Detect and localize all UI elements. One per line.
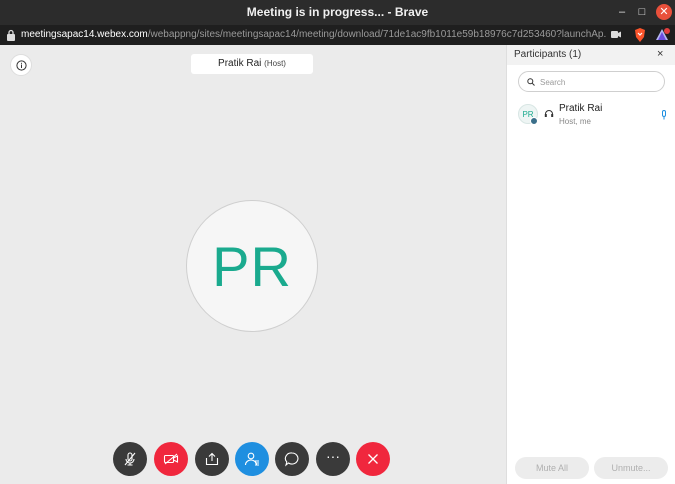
meeting-info-button[interactable]	[10, 54, 32, 76]
microphone-icon[interactable]	[661, 110, 667, 120]
participant-row[interactable]: PR Pratik Rai Host, me	[507, 100, 675, 130]
chat-button[interactable]	[275, 442, 309, 476]
speaker-avatar: PR	[186, 200, 318, 332]
video-toggle-button[interactable]	[154, 442, 188, 476]
participant-avatar: PR	[518, 104, 538, 125]
participants-panel-header: Participants (1) ×	[507, 45, 675, 65]
close-window-button[interactable]: ✕	[656, 4, 672, 20]
speaker-name: Pratik Rai	[218, 58, 262, 69]
presence-indicator	[530, 117, 538, 125]
participants-button[interactable]	[235, 442, 269, 476]
maximize-button[interactable]: □	[634, 4, 650, 20]
participant-search[interactable]	[518, 71, 665, 92]
participant-role: Host, me	[559, 117, 592, 126]
end-call-icon	[368, 454, 378, 464]
chat-icon	[284, 452, 299, 467]
url-domain: meetingsapac14.webex.com	[21, 29, 148, 40]
microphone-muted-icon	[124, 452, 136, 466]
participants-title: Participants (1)	[514, 49, 582, 60]
info-icon	[16, 60, 27, 71]
headset-icon	[544, 110, 554, 117]
more-options-button[interactable]: ···	[316, 442, 350, 476]
search-icon	[527, 78, 535, 86]
speaker-role: (Host)	[264, 59, 286, 68]
window-titlebar: Meeting is in progress... - Brave – □ ✕	[0, 0, 675, 25]
unmute-all-button[interactable]: Unmute...	[594, 457, 668, 479]
address-bar[interactable]: meetingsapac14.webex.com/webappng/sites/…	[0, 25, 675, 45]
mute-button[interactable]	[113, 442, 147, 476]
participant-name: Pratik Rai	[559, 103, 603, 114]
search-input[interactable]	[540, 75, 658, 89]
url-text[interactable]: meetingsapac14.webex.com/webappng/sites/…	[21, 29, 606, 40]
participants-icon	[244, 452, 259, 466]
lock-icon	[7, 29, 15, 41]
participants-panel: Participants (1) × PR Pratik Rai Host, m…	[506, 45, 675, 484]
video-off-icon	[163, 453, 179, 465]
more-icon: ···	[326, 448, 340, 464]
bat-rewards-icon[interactable]	[656, 28, 670, 42]
end-call-button[interactable]	[356, 442, 390, 476]
close-panel-button[interactable]: ×	[657, 48, 663, 60]
meeting-stage: Pratik Rai (Host) PR ···	[0, 45, 506, 484]
share-button[interactable]	[195, 442, 229, 476]
share-icon	[205, 452, 219, 466]
active-speaker-badge: Pratik Rai (Host)	[191, 54, 313, 74]
brave-shield-icon[interactable]	[634, 28, 646, 42]
window-title: Meeting is in progress... - Brave	[246, 5, 429, 19]
mute-all-button[interactable]: Mute All	[515, 457, 589, 479]
url-path: /webappng/sites/meetingsapac14/meeting/d…	[147, 29, 606, 40]
camera-icon[interactable]	[611, 31, 621, 38]
minimize-button[interactable]: –	[614, 4, 630, 20]
